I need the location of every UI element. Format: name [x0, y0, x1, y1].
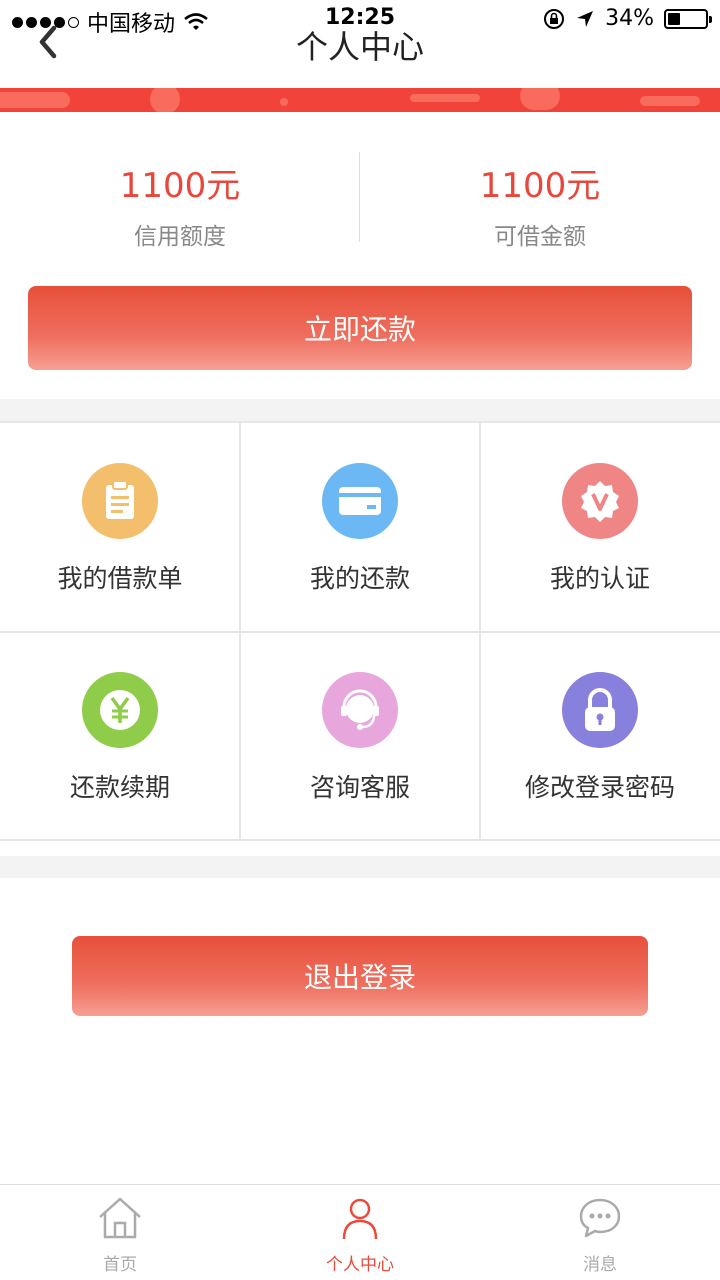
- repay-now-button[interactable]: 立即还款: [28, 286, 692, 370]
- credit-limit-label: 信用额度: [134, 224, 226, 250]
- menu-item-label: 咨询客服: [309, 773, 410, 802]
- available-amount-value: 1100元: [479, 166, 601, 206]
- logout-button[interactable]: 退出登录: [72, 936, 648, 1016]
- home-icon: [99, 1197, 141, 1239]
- menu-grid: 我的借款单 我的还款 我的认证 还款续期 咨询客服 修改登录密码: [0, 421, 720, 841]
- tab-home[interactable]: 首页: [0, 1185, 240, 1280]
- credit-limit: 1100元 信用额度: [0, 140, 360, 250]
- tab-messages[interactable]: 消息: [480, 1185, 720, 1280]
- page-title: 个人中心: [295, 28, 424, 66]
- menu-item-my-verification[interactable]: 我的认证: [480, 423, 720, 632]
- headset-icon: [322, 672, 398, 748]
- lock-icon: [562, 672, 638, 748]
- tab-profile[interactable]: 个人中心: [240, 1185, 480, 1280]
- tab-label: 个人中心: [326, 1255, 394, 1275]
- menu-item-label: 我的认证: [549, 564, 650, 593]
- header-banner: [0, 88, 720, 112]
- tab-label: 消息: [583, 1255, 617, 1275]
- menu-item-my-loans[interactable]: 我的借款单: [0, 423, 240, 632]
- menu-item-label: 我的借款单: [57, 564, 183, 593]
- tab-bar: 首页 个人中心 消息: [0, 1184, 720, 1280]
- menu-item-renewal[interactable]: 还款续期: [0, 632, 240, 841]
- menu-item-change-password[interactable]: 修改登录密码: [480, 632, 720, 841]
- available-amount-label: 可借金额: [494, 224, 586, 250]
- chat-icon: [579, 1198, 621, 1238]
- credit-summary: 1100元 信用额度 1100元 可借金额: [0, 140, 720, 250]
- menu-item-customer-service[interactable]: 咨询客服: [240, 632, 480, 841]
- section-separator: [0, 856, 720, 878]
- section-separator: [0, 399, 720, 421]
- available-amount: 1100元 可借金额: [360, 140, 720, 250]
- person-icon: [342, 1198, 378, 1240]
- menu-item-my-repayments[interactable]: 我的还款: [240, 423, 480, 632]
- yen-icon: [82, 672, 158, 748]
- menu-item-label: 还款续期: [69, 773, 170, 802]
- card-icon: [322, 463, 398, 539]
- tab-label: 首页: [103, 1255, 137, 1275]
- divider: [359, 152, 360, 242]
- clipboard-icon: [82, 463, 158, 539]
- verified-badge-icon: [562, 463, 638, 539]
- credit-limit-value: 1100元: [119, 166, 241, 206]
- menu-item-label: 修改登录密码: [524, 773, 675, 802]
- menu-item-label: 我的还款: [309, 564, 410, 593]
